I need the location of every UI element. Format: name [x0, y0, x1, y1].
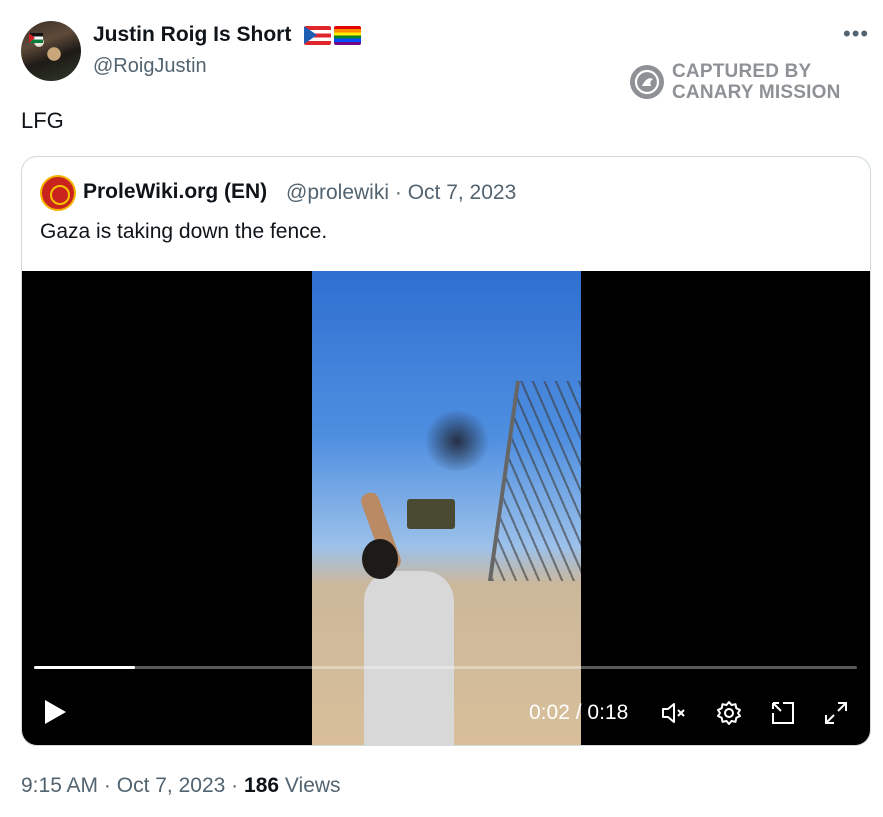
author-handle[interactable]: @RoigJustin	[93, 55, 207, 78]
picture-in-picture-icon[interactable]	[769, 699, 797, 727]
fullscreen-icon[interactable]	[822, 699, 850, 727]
video-time: 0:02 / 0:18	[529, 701, 628, 725]
video-frame	[312, 271, 581, 745]
person-shirt-shape	[364, 571, 454, 745]
quoted-meta: @prolewiki · Oct 7, 2023	[286, 181, 516, 205]
quoted-author-name[interactable]: ProleWiki.org (EN)	[83, 180, 267, 204]
author-display-name[interactable]: Justin Roig Is Short	[93, 23, 291, 47]
video-duration: 0:18	[587, 701, 629, 724]
author-avatar[interactable]	[21, 21, 81, 81]
quoted-tweet-text: Gaza is taking down the fence.	[40, 220, 328, 243]
mute-icon[interactable]	[660, 699, 688, 727]
views-count: 186	[244, 774, 280, 797]
quoted-tweet-card[interactable]: ProleWiki.org (EN) @prolewiki · Oct 7, 2…	[21, 156, 871, 746]
footer-separator: ·	[103, 774, 111, 797]
avatar-flag-decoration	[29, 33, 43, 43]
quoted-author-handle[interactable]: @prolewiki	[286, 181, 389, 204]
canary-mission-watermark: CAPTURED BY CANARY MISSION	[630, 61, 841, 103]
video-time-separator: /	[575, 701, 582, 724]
tweet-text: LFG	[21, 108, 64, 133]
footer-separator: ·	[231, 774, 239, 797]
fence-shape	[487, 381, 581, 581]
bulldozer-shape	[407, 499, 455, 529]
meta-separator: ·	[394, 181, 402, 204]
video-progress-fill	[34, 666, 136, 669]
quoted-author-avatar[interactable]	[40, 175, 76, 211]
video-current-time: 0:02	[529, 701, 570, 724]
tweet-footer: 9:15 AM · Oct 7, 2023 · 186 Views	[21, 774, 341, 798]
play-icon[interactable]	[42, 698, 68, 726]
canary-logo-icon	[630, 65, 664, 99]
person-head-shape	[362, 539, 398, 579]
settings-gear-icon[interactable]	[715, 699, 743, 727]
watermark-line2: CANARY MISSION	[672, 82, 841, 103]
views-label: Views	[284, 774, 341, 797]
tweet-time[interactable]: 9:15 AM	[21, 774, 98, 797]
tweet-date[interactable]: Oct 7, 2023	[117, 774, 226, 797]
video-progress-bar[interactable]	[34, 666, 857, 669]
rainbow-flag-icon	[334, 26, 361, 45]
quoted-date[interactable]: Oct 7, 2023	[408, 181, 517, 204]
smoke-shape	[422, 411, 492, 471]
puerto-rico-flag-icon	[304, 26, 331, 45]
more-options-icon[interactable]: •••	[843, 23, 869, 45]
watermark-text: CAPTURED BY CANARY MISSION	[672, 61, 841, 103]
author-flags	[304, 26, 361, 45]
watermark-line1: CAPTURED BY	[672, 61, 812, 82]
video-player[interactable]: 0:02 / 0:18	[22, 271, 870, 745]
